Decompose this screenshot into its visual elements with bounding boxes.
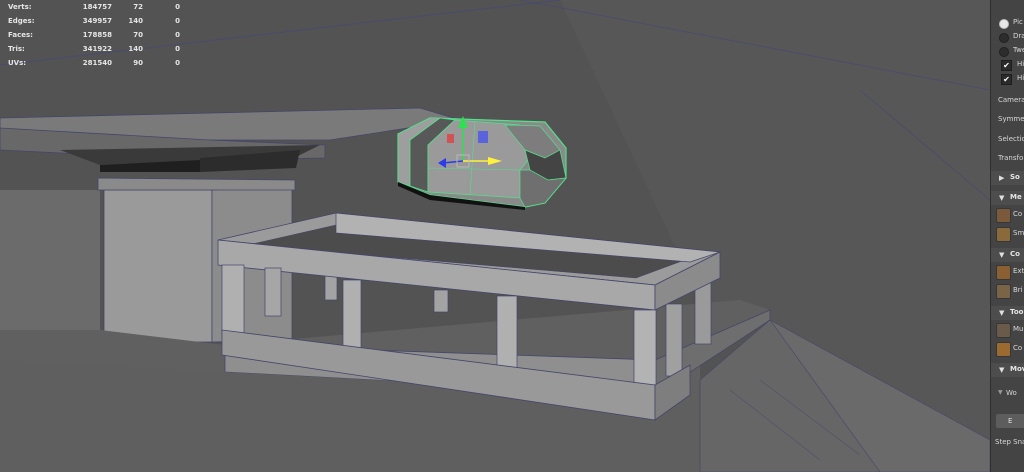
symmetry-label: Symme: [998, 115, 1024, 123]
radio-tweak[interactable]: Twe: [991, 44, 1024, 58]
axis-orientation-dropdown[interactable]: ▼ Wo: [991, 386, 1024, 402]
tool-smooth[interactable]: Sm: [991, 225, 1024, 243]
checkmark-icon[interactable]: ✔: [1001, 60, 1012, 71]
hud-row-verts: Verts: 184757 72 0: [8, 3, 180, 11]
radio-button-icon[interactable]: [999, 19, 1009, 29]
checkbox-hi-1[interactable]: ✔ Hi: [991, 58, 1024, 72]
collapsed-triangle-icon: ▶: [999, 174, 1005, 182]
section-tools[interactable]: ▼ Too: [991, 306, 1024, 320]
radio-pick[interactable]: Pic: [991, 16, 1024, 30]
hud-row-uvs: UVs: 281540 90 0: [8, 59, 180, 67]
edit-pivot-button[interactable]: E: [996, 414, 1024, 428]
triangle-down-icon: ▼: [999, 251, 1005, 259]
section-components[interactable]: ▼ Co: [991, 248, 1024, 262]
triangle-down-icon: ▼: [999, 366, 1005, 374]
tool-multi-cut[interactable]: Mu: [991, 321, 1024, 339]
combine-icon: [996, 208, 1011, 223]
hud-row-edges: Edges: 349957 140 0: [8, 17, 180, 25]
section-mesh[interactable]: ▼ Me: [991, 191, 1024, 205]
hud-row-tris: Tris: 341922 140 0: [8, 45, 180, 53]
dropdown-arrow-icon: ▼: [998, 389, 1003, 396]
section-move-settings[interactable]: ▼ Mov: [991, 363, 1024, 377]
radio-drag[interactable]: Dra: [991, 30, 1024, 44]
triangle-down-icon: ▼: [999, 194, 1005, 202]
tool-connect[interactable]: Co: [991, 340, 1024, 358]
step-snap-label: Step Sna: [995, 438, 1024, 446]
triangle-down-icon: ▼: [999, 309, 1005, 317]
hud-row-faces: Faces: 178858 70 0: [8, 31, 180, 39]
bridge-icon: [996, 284, 1011, 299]
scene-geometry: [0, 0, 990, 472]
tool-bridge[interactable]: Bri: [991, 282, 1024, 300]
checkmark-icon[interactable]: ✔: [1001, 74, 1012, 85]
selection-label: Selectio: [998, 135, 1024, 143]
section-soft-select[interactable]: ▶ So: [991, 171, 1024, 185]
viewport-3d[interactable]: Verts: 184757 72 0 Edges: 349957 140 0 F…: [0, 0, 990, 472]
tool-settings-panel: Pic Dra Twe ✔ Hi ✔ Hi Camera Symme Selec…: [990, 0, 1024, 472]
camera-label: Camera: [998, 96, 1024, 104]
connect-icon: [996, 342, 1011, 357]
extrude-icon: [996, 265, 1011, 280]
checkbox-hi-2[interactable]: ✔ Hi: [991, 72, 1024, 86]
radio-button-icon[interactable]: [999, 47, 1009, 57]
radio-button-icon[interactable]: [999, 33, 1009, 43]
tool-combine[interactable]: Co: [991, 206, 1024, 224]
poly-count-hud: Verts: 184757 72 0 Edges: 349957 140 0 F…: [8, 0, 198, 70]
multi-cut-icon: [996, 323, 1011, 338]
transform-label: Transfo: [998, 154, 1024, 162]
smooth-icon: [996, 227, 1011, 242]
tool-extrude[interactable]: Ext: [991, 263, 1024, 281]
